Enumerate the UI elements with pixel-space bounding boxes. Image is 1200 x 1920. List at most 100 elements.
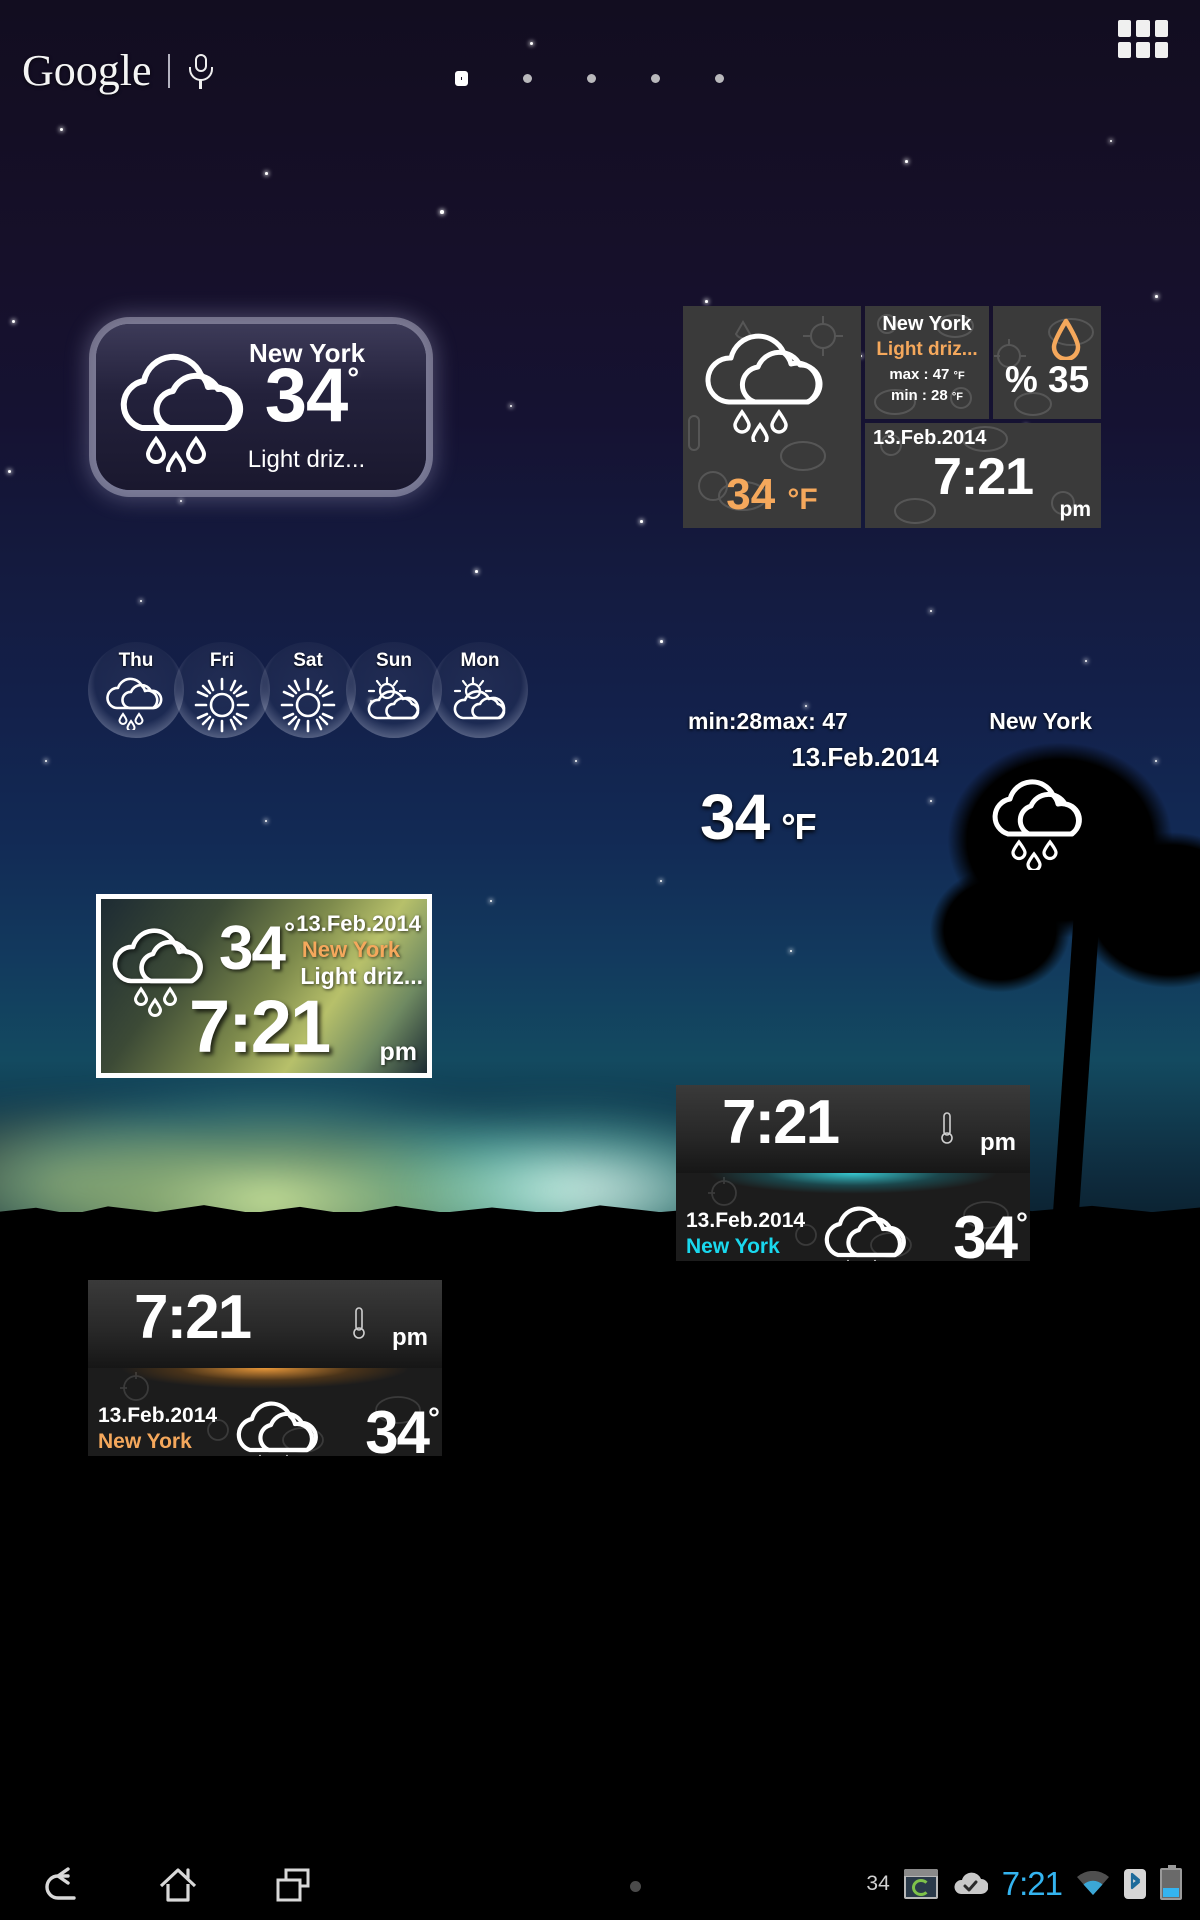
boxed-city: New York bbox=[301, 937, 401, 962]
forecast-widget[interactable]: Thu Fri Sat Sun Mon bbox=[88, 642, 528, 752]
degree-symbol: ° bbox=[428, 1402, 440, 1435]
forecast-day-thu[interactable]: Thu bbox=[88, 642, 184, 738]
boxed-temp-value: 34 bbox=[219, 914, 286, 983]
widget-condition: Light driz... bbox=[247, 446, 366, 473]
tile-city: New York bbox=[882, 313, 972, 335]
status-clock[interactable]: 7:21 bbox=[1002, 1865, 1063, 1903]
plain-temp-unit: °F bbox=[781, 806, 816, 847]
clock-ampm: pm bbox=[980, 1129, 1016, 1156]
cloud-rain-icon bbox=[984, 772, 1100, 875]
home-icon[interactable] bbox=[155, 1864, 201, 1906]
boxed-time: 7:21 bbox=[189, 985, 331, 1068]
clock-weather-widget-orange[interactable]: 7:21 pm 13.Feb.2014 New York Light driz.… bbox=[88, 1280, 442, 1456]
clock-city: New York bbox=[98, 1430, 192, 1453]
recent-apps-icon[interactable] bbox=[272, 1864, 318, 1906]
temperature-value: 34 bbox=[264, 353, 349, 438]
weather-widget-boxed[interactable]: 34° 13.Feb.2014 New York Light driz... 7… bbox=[96, 894, 432, 1078]
tile-condition: Light driz... bbox=[876, 339, 978, 360]
degree-symbol: ° bbox=[347, 362, 360, 395]
status-temperature: 34 bbox=[866, 1872, 890, 1895]
forecast-day-label: Mon bbox=[460, 650, 500, 671]
boxed-date: 13.Feb.2014 bbox=[296, 911, 421, 936]
tile-humidity[interactable]: % 35 bbox=[993, 306, 1101, 419]
thermometer-icon bbox=[352, 1306, 366, 1345]
max-unit: °F bbox=[953, 370, 965, 382]
forecast-day-label: Sat bbox=[293, 650, 323, 671]
menu-dot-icon[interactable] bbox=[630, 1881, 641, 1892]
forecast-day-label: Fri bbox=[209, 650, 235, 671]
plain-minmax: min:28max: 47 bbox=[688, 708, 848, 735]
cloud-rain-icon bbox=[105, 676, 167, 735]
clock-date: 13.Feb.2014 bbox=[686, 1209, 806, 1232]
tile-current-weather[interactable]: 34 °F bbox=[683, 306, 861, 528]
google-logo[interactable]: Google bbox=[22, 45, 152, 96]
plain-date: 13.Feb.2014 bbox=[791, 742, 939, 772]
weather-widget-tiles[interactable]: 34 °F New York Light driz... max : 47 °F… bbox=[683, 306, 1101, 528]
min-label: min : bbox=[891, 387, 927, 404]
clock-city: New York bbox=[686, 1235, 780, 1258]
back-arrow-icon[interactable] bbox=[40, 1864, 86, 1906]
weather-widget-glossy[interactable]: New York 34° Light driz... bbox=[96, 324, 426, 490]
clock-bottom-panel: 13.Feb.2014 New York Light driz... 34° bbox=[88, 1368, 442, 1456]
humidity-number: 35 bbox=[1048, 359, 1090, 400]
search-divider bbox=[167, 53, 170, 88]
water-drop-icon bbox=[1051, 318, 1081, 365]
page-dot-5[interactable] bbox=[715, 73, 724, 83]
tile-min-row: min : 28 °F bbox=[865, 387, 989, 404]
page-indicator[interactable] bbox=[455, 68, 765, 88]
percent-sign: % bbox=[1004, 359, 1038, 400]
clock-date: 13.Feb.2014 bbox=[98, 1404, 218, 1427]
clock-weather-widget-cyan[interactable]: 7:21 pm 13.Feb.2014 New York Light driz.… bbox=[676, 1085, 1030, 1261]
tile-temperature: 34 °F bbox=[683, 470, 861, 520]
weather-widget-plain[interactable]: min:28max: 47 New York 13.Feb.2014 34 °F bbox=[680, 700, 1110, 873]
google-search-bar[interactable]: Google bbox=[22, 45, 216, 96]
humidity-value: % 35 bbox=[993, 359, 1101, 401]
wifi-icon[interactable] bbox=[1076, 1870, 1110, 1897]
cloud-check-icon[interactable] bbox=[952, 1871, 989, 1897]
tile-max-row: max : 47 °F bbox=[865, 366, 989, 383]
sun-cloud-icon bbox=[449, 676, 511, 731]
page-dot-2[interactable] bbox=[523, 73, 532, 83]
clock-ampm: pm bbox=[392, 1324, 428, 1351]
clock-temp-value: 34 bbox=[953, 1204, 1018, 1261]
clock-time: 7:21 bbox=[722, 1088, 840, 1157]
degree-symbol: ° bbox=[1016, 1207, 1028, 1240]
page-dot-4[interactable] bbox=[651, 73, 660, 83]
tile-ampm: pm bbox=[1059, 498, 1092, 521]
system-navigation-bar: 34 7:21 bbox=[0, 1848, 1200, 1920]
forecast-day-label: Thu bbox=[118, 650, 154, 671]
apps-grid-icon[interactable] bbox=[1118, 20, 1168, 58]
forecast-day-label: Sun bbox=[376, 650, 412, 671]
tile-temp-unit: °F bbox=[787, 483, 818, 516]
tile-city-info[interactable]: New York Light driz... max : 47 °F min :… bbox=[865, 306, 989, 419]
clock-temp-value: 34 bbox=[365, 1399, 430, 1456]
max-value: 47 bbox=[932, 366, 950, 383]
widget-temperature: 34° bbox=[212, 358, 412, 434]
forecast-day-mon[interactable]: Mon bbox=[432, 642, 528, 738]
battery-icon[interactable] bbox=[1160, 1865, 1182, 1900]
max-label: max : bbox=[889, 366, 929, 383]
boxed-ampm: pm bbox=[379, 1038, 418, 1066]
plain-min: min:28 bbox=[688, 708, 763, 734]
thermometer-icon bbox=[940, 1111, 954, 1150]
tile-clock[interactable]: 13.Feb.2014 7:21 pm bbox=[865, 423, 1101, 528]
min-value: 28 bbox=[931, 387, 948, 404]
forecast-day-sun[interactable]: Sun bbox=[346, 642, 442, 738]
clock-time: 7:21 bbox=[134, 1283, 252, 1352]
tile-temp-value: 34 bbox=[726, 470, 776, 519]
plain-temperature: 34 °F bbox=[700, 780, 817, 854]
clock-bottom-panel: 13.Feb.2014 New York Light driz... 34° bbox=[676, 1173, 1030, 1261]
cloud-rain-icon bbox=[818, 1201, 922, 1261]
min-unit: °F bbox=[951, 391, 963, 403]
page-dot-3[interactable] bbox=[587, 73, 596, 83]
sun-icon bbox=[279, 676, 337, 739]
sync-icon[interactable] bbox=[903, 1869, 938, 1899]
plain-temp-value: 34 bbox=[700, 781, 770, 853]
forecast-day-sat[interactable]: Sat bbox=[260, 642, 356, 738]
forecast-day-fri[interactable]: Fri bbox=[174, 642, 270, 738]
sun-icon bbox=[193, 676, 251, 739]
microphone-icon[interactable] bbox=[186, 52, 216, 90]
plain-city: New York bbox=[989, 708, 1092, 734]
page-dot-1[interactable] bbox=[455, 70, 468, 86]
bluetooth-icon[interactable] bbox=[1124, 1869, 1146, 1899]
